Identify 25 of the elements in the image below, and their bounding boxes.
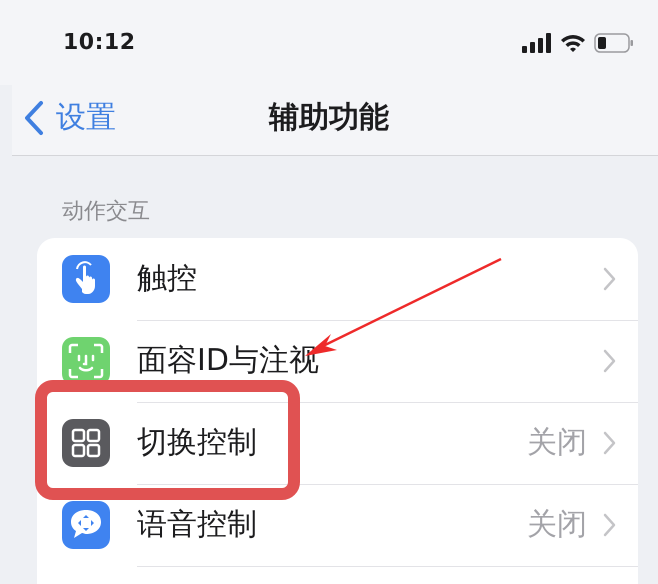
- speech-bubble-icon: [62, 501, 110, 549]
- section-header: 动作交互: [61, 198, 151, 226]
- row-value: 关闭: [527, 506, 587, 544]
- row-value: 关闭: [527, 424, 587, 462]
- chevron-right-icon: [603, 266, 616, 290]
- chevron-right-icon: [603, 512, 616, 536]
- signal-icon: [522, 32, 552, 52]
- row-label: 切换控制: [137, 424, 258, 462]
- chevron-right-icon: [603, 430, 616, 454]
- chevron-right-icon: [603, 348, 616, 372]
- row-label: 语音控制: [137, 506, 258, 544]
- settings-row[interactable]: 面容ID与注视: [37, 320, 638, 402]
- settings-row[interactable]: 切换控制 关闭: [37, 402, 638, 484]
- battery-icon: [594, 32, 634, 52]
- page-title: 辅助功能: [269, 99, 389, 137]
- status-time: 10:12: [63, 30, 136, 55]
- back-button[interactable]: 设置: [24, 97, 116, 138]
- row-label: 触控: [137, 260, 198, 298]
- row-label: 面容ID与注视: [137, 342, 320, 380]
- grid-icon: [62, 419, 110, 467]
- settings-row[interactable]: 语音控制 关闭: [37, 484, 638, 566]
- hand-icon: [62, 255, 110, 303]
- chevron-left-icon: [24, 100, 44, 136]
- wifi-icon: [560, 32, 586, 52]
- settings-row[interactable]: 触控: [37, 238, 638, 320]
